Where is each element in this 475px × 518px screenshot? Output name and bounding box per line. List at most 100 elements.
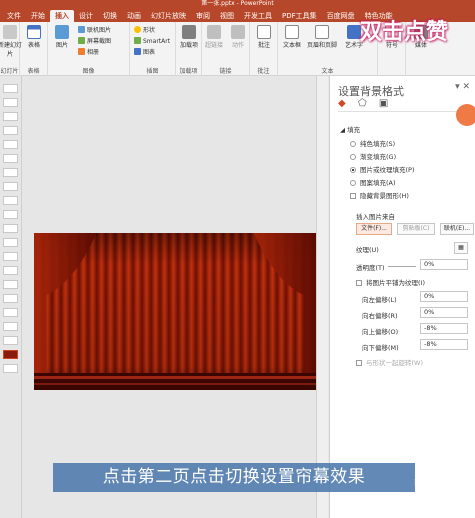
action-icon	[231, 25, 245, 39]
slide-thumbnail[interactable]	[3, 336, 18, 345]
shapes-button[interactable]: 形状	[134, 26, 155, 35]
tab-6[interactable]: 幻灯片放映	[146, 10, 191, 22]
transparency-field[interactable]: 0%	[420, 259, 468, 270]
corner-watermark: 经验	[414, 477, 434, 488]
screenshot-label: 屏幕截图	[87, 38, 112, 45]
fill-section-label: 填充	[347, 126, 361, 134]
slide-thumbnail[interactable]	[3, 364, 18, 373]
online-picture-label: 联机图片	[87, 27, 112, 34]
effects-pentagon-icon[interactable]: ⬠	[358, 98, 367, 109]
comment-button[interactable]: 批注	[252, 25, 276, 49]
slide-thumbnail[interactable]	[3, 280, 18, 289]
wordart-icon	[347, 25, 361, 39]
tab-8[interactable]: 视图	[215, 10, 239, 22]
tab-2[interactable]: 插入	[50, 10, 74, 22]
title-bar: 第一张.pptx - PowerPoint	[0, 0, 475, 8]
radio-solid-fill[interactable]: 纯色填充(S)	[350, 138, 395, 148]
offset-right-field[interactable]: 0%	[420, 307, 468, 318]
tab-3[interactable]: 设计	[74, 10, 98, 22]
fill-section-header[interactable]: ◢ 填充	[340, 124, 360, 134]
table-button[interactable]: 表格	[22, 25, 46, 49]
slide-thumbnail[interactable]	[3, 98, 18, 107]
new-slide-icon	[3, 25, 17, 39]
new-slide-button[interactable]: 新建幻灯片	[0, 25, 22, 58]
canvas-vertical-scrollbar[interactable]	[316, 76, 328, 518]
smartart-icon	[134, 37, 141, 44]
radio-pattern-fill[interactable]: 图案填充(A)	[350, 177, 396, 187]
slide-thumbnail[interactable]	[3, 238, 18, 247]
slide-thumbnail[interactable]	[3, 154, 18, 163]
slide-thumbnail[interactable]	[3, 294, 18, 303]
offset-bottom-label: 向下偏移(M)	[362, 344, 399, 352]
slide-thumbnail[interactable]	[3, 308, 18, 317]
slide-thumbnail[interactable]	[3, 266, 18, 275]
tile-texture-checkbox[interactable]: 将图片平铺为纹理(I)	[356, 277, 425, 287]
like-watermark: 双击点赞	[360, 20, 449, 45]
offset-left-label: 向左偏移(L)	[362, 296, 397, 304]
ribbon-group-slides: 新建幻灯片 幻灯片	[0, 22, 22, 76]
hide-background-checkbox[interactable]: 隐藏背景图形(H)	[350, 190, 409, 200]
tab-4[interactable]: 切换	[98, 10, 122, 22]
slide-thumbnail[interactable]	[3, 224, 18, 233]
picture-settings-icon[interactable]: ▣	[379, 98, 388, 109]
transparency-slider[interactable]	[388, 266, 416, 267]
slide-thumbnail[interactable]	[3, 322, 18, 331]
slide-thumbnail[interactable]	[3, 168, 18, 177]
hyperlink-button[interactable]: 超链接	[202, 25, 226, 49]
rotate-with-shape-checkbox[interactable]: 与形状一起旋转(W)	[356, 357, 423, 367]
curtain-slide[interactable]	[34, 233, 316, 390]
radio-picture-fill[interactable]: 图片或纹理填充(P)	[350, 164, 415, 174]
offset-bottom-field[interactable]: -8%	[420, 339, 468, 350]
group-label-illustrations: 插图	[146, 68, 159, 75]
slide-thumbnail[interactable]	[3, 84, 18, 93]
group-label-addins: 加载项	[179, 68, 198, 75]
radio-gradient-fill[interactable]: 渐变填充(G)	[350, 151, 396, 161]
offset-left-field[interactable]: 0%	[420, 291, 468, 302]
pane-close-icon[interactable]: ▾ ✕	[455, 82, 470, 92]
slide-thumbnail[interactable]	[3, 350, 18, 359]
window-title: 第一张.pptx - PowerPoint	[201, 0, 274, 7]
slide-thumbnail[interactable]	[3, 182, 18, 191]
file-button[interactable]: 文件(F)...	[356, 223, 392, 235]
screenshot-button[interactable]: 屏幕截图	[78, 37, 111, 46]
tab-10[interactable]: PDF工具集	[277, 10, 322, 22]
chart-button[interactable]: 图表	[134, 48, 155, 57]
slide-thumbnail[interactable]	[3, 126, 18, 135]
offset-top-field[interactable]: -8%	[420, 323, 468, 334]
textbox-label: 文本框	[282, 42, 301, 49]
slide-thumbnail[interactable]	[3, 140, 18, 149]
tab-9[interactable]: 开发工具	[239, 10, 277, 22]
textbox-button[interactable]: 文本框	[280, 25, 304, 49]
slide-thumbnail[interactable]	[3, 196, 18, 205]
group-label-text: 文本	[321, 68, 334, 75]
slide-thumbnail[interactable]	[3, 210, 18, 219]
group-label-comments: 批注	[257, 68, 270, 75]
textbox-icon	[285, 25, 299, 39]
offset-top-label: 向上偏移(O)	[362, 328, 399, 336]
header-footer-button[interactable]: 页眉和页脚	[306, 25, 338, 49]
fill-bucket-icon[interactable]: ◆	[338, 98, 346, 109]
action-button[interactable]: 动作	[226, 25, 250, 49]
picture-button[interactable]: 图片	[50, 25, 74, 49]
ribbon-group-links: 超链接 动作 链接	[202, 22, 250, 76]
online-button[interactable]: 联机(E)...	[440, 223, 474, 235]
slide-thumbnail[interactable]	[3, 252, 18, 261]
smartart-button[interactable]: SmartArt	[134, 37, 170, 46]
tab-5[interactable]: 动画	[122, 10, 146, 22]
tab-0[interactable]: 文件	[2, 10, 26, 22]
slide-thumbnail[interactable]	[3, 112, 18, 121]
tab-1[interactable]: 开始	[26, 10, 50, 22]
album-button[interactable]: 相册	[78, 48, 99, 57]
online-picture-button[interactable]: 联机图片	[78, 26, 111, 35]
slide-thumbnails-pane[interactable]	[0, 76, 22, 518]
insert-from-label: 插入图片来自	[356, 213, 395, 221]
texture-picker-icon[interactable]: ▦	[454, 242, 468, 254]
addins-button[interactable]: 加载项	[177, 25, 201, 49]
tab-7[interactable]: 审阅	[191, 10, 215, 22]
clipboard-button[interactable]: 剪贴板(C)	[397, 223, 435, 235]
tab-11[interactable]: 百度网盘	[322, 10, 360, 22]
transparency-label: 透明度(T)	[356, 264, 385, 272]
radio-dot-selected	[350, 167, 356, 173]
album-icon	[78, 48, 85, 55]
slide-canvas	[22, 76, 328, 518]
